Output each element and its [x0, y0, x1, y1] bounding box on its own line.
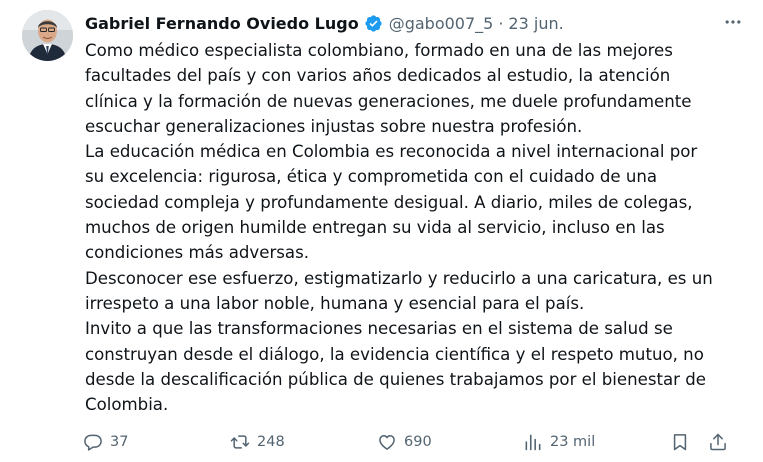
profile-photo	[22, 10, 73, 61]
reply-button[interactable]: 37	[83, 428, 128, 456]
tweet-line: Desconocer ese esfuerzo, estigmatizarlo …	[85, 268, 713, 288]
tweet-line: Colombia.	[85, 395, 169, 415]
action-bar: 37 248 690 23 mil	[83, 428, 733, 456]
tweet-line: su excelencia: rigurosa, ética y comprom…	[85, 167, 658, 187]
tweet-line: desde la descalificación pública de quie…	[85, 369, 707, 389]
reply-icon	[84, 434, 102, 451]
author-name[interactable]: Gabriel Fernando Oviedo Lugo	[85, 14, 359, 33]
repost-icon	[230, 435, 250, 449]
views-count: 23 mil	[550, 434, 596, 450]
tweet-line: clínica y la formación de nuevas generac…	[85, 91, 692, 111]
tweet-line: condiciones más adversas.	[85, 243, 310, 263]
tweet-date[interactable]: 23 jun.	[508, 14, 563, 33]
bookmark-button[interactable]	[670, 428, 690, 456]
tweet-line: irrespeto a una labor noble, humana y es…	[85, 293, 585, 313]
verified-badge-icon[interactable]	[364, 14, 383, 33]
tweet-line: Como médico especialista colombiano, for…	[85, 41, 673, 60]
repost-count: 248	[257, 434, 285, 450]
bookmark-icon	[673, 434, 687, 451]
like-button[interactable]: 690	[377, 428, 432, 456]
views-icon	[525, 434, 541, 451]
tweet-line: muchos de origen humilde entregan su vid…	[85, 218, 665, 238]
share-button[interactable]	[708, 428, 728, 456]
tweet-line: construyan desde el diálogo, la evidenci…	[85, 344, 704, 364]
more-options-icon[interactable]	[719, 8, 747, 36]
tweet-line: La educación médica en Colombia es recon…	[85, 142, 698, 162]
tweet-text: Como médico especialista colombiano, for…	[85, 38, 750, 417]
tweet-header: Gabriel Fernando Oviedo Lugo @gabo007_5 …	[85, 11, 743, 35]
tweet-line: sociedad compleja y profundamente desigu…	[85, 192, 693, 212]
like-icon	[379, 435, 395, 450]
author-handle[interactable]: @gabo007_5	[389, 14, 494, 33]
repost-button[interactable]: 248	[230, 428, 285, 456]
views-button[interactable]: 23 mil	[523, 428, 595, 456]
tweet-line: Invito a que las transformaciones necesa…	[85, 319, 673, 339]
like-count: 690	[404, 434, 432, 450]
avatar[interactable]	[22, 10, 73, 61]
separator-dot: ·	[498, 13, 504, 33]
tweet-line: escuchar generalizaciones injustas sobre…	[85, 116, 583, 136]
reply-count: 37	[110, 434, 129, 450]
tweet-line: facultades del país y con varios años de…	[85, 66, 671, 86]
share-icon	[710, 433, 726, 451]
